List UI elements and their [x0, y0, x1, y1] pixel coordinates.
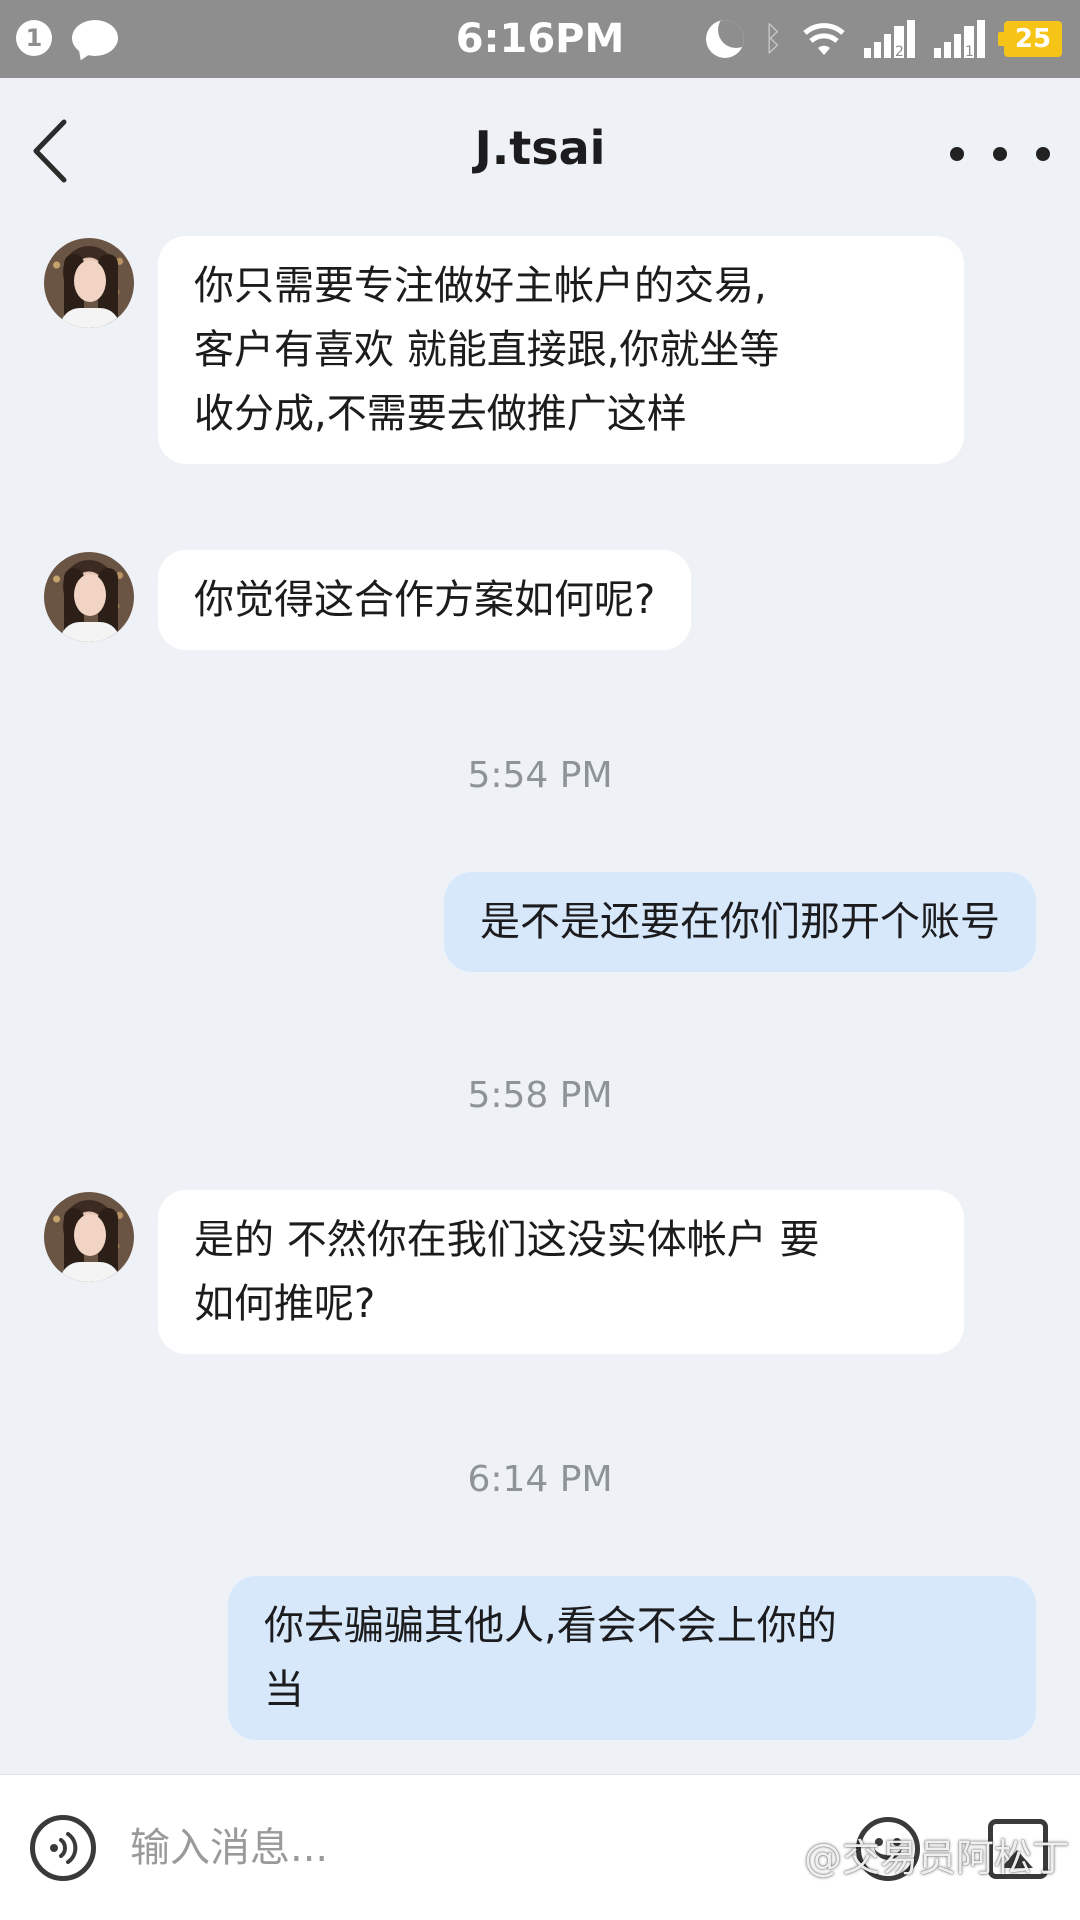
- more-button[interactable]: [950, 134, 1050, 174]
- outgoing-message-bubble[interactable]: 你去骗骗其他人,看会不会上你的 当: [228, 1576, 1036, 1740]
- status-icons: ᛒ 2 1 25: [706, 14, 1062, 64]
- message-input-bar: @交易员阿松丁: [0, 1774, 1080, 1920]
- message-timestamp: 6:14 PM: [467, 1459, 613, 1500]
- bluetooth-icon: ᛒ: [762, 19, 784, 59]
- chat-header: J.tsai: [0, 78, 1080, 226]
- message-input[interactable]: [130, 1813, 730, 1883]
- message-timestamp: 5:54 PM: [467, 755, 613, 796]
- message-list[interactable]: 你只需要专注做好主帐户的交易, 客户有喜欢 就能直接跟,你就坐等 收分成,不需要…: [0, 226, 1080, 1774]
- incoming-message-bubble[interactable]: 你只需要专注做好主帐户的交易, 客户有喜欢 就能直接跟,你就坐等 收分成,不需要…: [158, 236, 964, 464]
- more-dots-icon: [1036, 147, 1050, 161]
- battery-icon: 25: [998, 21, 1062, 57]
- message-timestamp: 5:58 PM: [467, 1075, 613, 1116]
- more-dots-icon: [993, 147, 1007, 161]
- status-bar: 1 6:16PM ᛒ 2 1 25: [0, 0, 1080, 78]
- moon-icon: [706, 20, 744, 58]
- voice-button[interactable]: [30, 1815, 96, 1881]
- wifi-icon: [802, 21, 846, 57]
- signal-icon-2: 1: [934, 20, 986, 58]
- chat-title: J.tsai: [474, 121, 606, 175]
- voice-icon: [50, 1832, 78, 1864]
- incoming-message-bubble[interactable]: 是的 不然你在我们这没实体帐户 要 如何推呢?: [158, 1190, 964, 1354]
- signal-1-label: 2: [895, 44, 904, 58]
- avatar[interactable]: [44, 552, 134, 642]
- avatar[interactable]: [44, 1192, 134, 1282]
- signal-2-label: 1: [965, 44, 974, 58]
- watermark-text: @交易员阿松丁: [803, 1836, 1070, 1880]
- incoming-message-bubble[interactable]: 你觉得这合作方案如何呢?: [158, 550, 692, 650]
- signal-icon-1: 2: [864, 20, 916, 58]
- more-dots-icon: [950, 147, 964, 161]
- outgoing-message-bubble[interactable]: 是不是还要在你们那开个账号: [444, 872, 1036, 972]
- avatar[interactable]: [44, 238, 134, 328]
